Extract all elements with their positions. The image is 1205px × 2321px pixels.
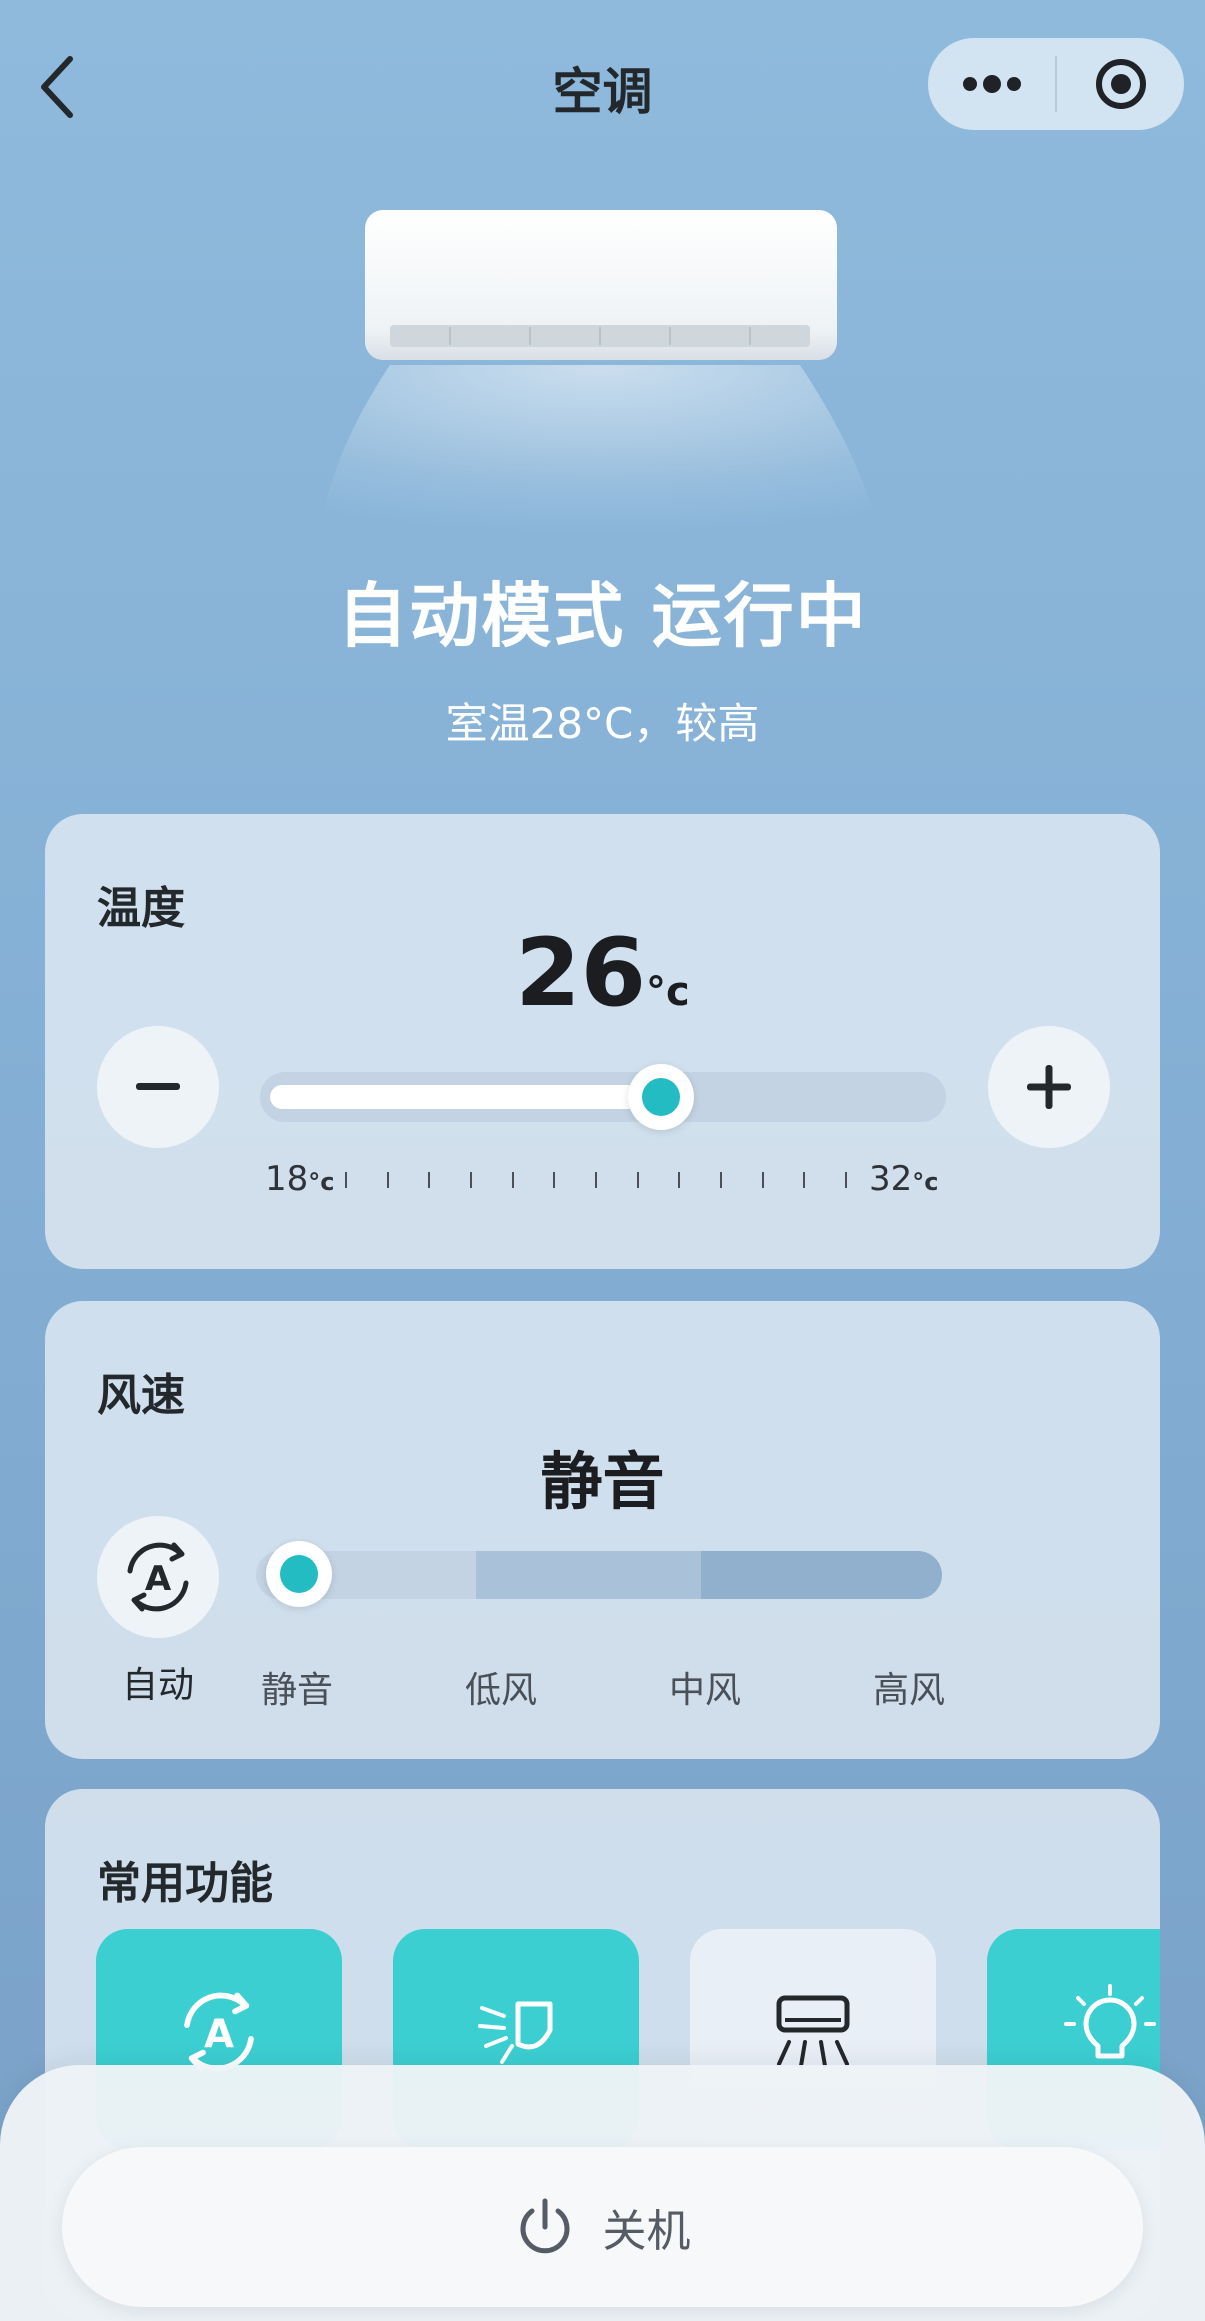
fan-level-label[interactable]: 中风 [625,1661,785,1713]
air-conditioner-illustration [300,195,900,575]
more-dots-icon [962,75,1021,93]
mode-status: 自动模式 运行中 [337,575,868,657]
scale-tick [636,1172,639,1188]
scale-tick [386,1172,389,1188]
auto-mode-icon: A [127,1542,189,1612]
fan-speed-slider[interactable] [256,1551,942,1599]
svg-text:A: A [204,2012,234,2057]
increase-temperature-button[interactable] [988,1026,1110,1148]
close-miniprogram-button[interactable] [1057,38,1184,130]
temperature-number: 26 [515,919,647,1028]
temperature-slider[interactable] [260,1064,946,1130]
common-functions-title: 常用功能 [97,1858,273,1909]
auto-fan-button[interactable]: A [97,1516,219,1638]
room-temperature: 室温28°C，较高 [445,699,760,748]
scale-tick [470,1172,472,1188]
fan-segment-low [476,1551,701,1599]
fan-speed-title: 风速 [97,1370,185,1421]
fan-level-label[interactable]: 低风 [421,1661,581,1713]
scale-tick [720,1172,722,1188]
temperature-slider-handle[interactable] [627,1064,694,1130]
temperature-max-label: 32°c [869,1159,939,1199]
scale-tick [803,1172,806,1188]
svg-text:A: A [145,1559,172,1599]
scale-tick [511,1172,514,1188]
scale-tick [678,1172,681,1188]
minus-icon [136,1083,180,1090]
plus-icon [1027,1065,1071,1109]
scale-tick [428,1172,431,1188]
power-off-button[interactable]: 关机 [62,2147,1143,2307]
target-circle-icon [1095,59,1146,109]
temperature-card: 温度 26°c 18°c 32°c [45,814,1160,1269]
bottom-sheet: 关机 [0,2065,1205,2321]
temperature-value: 26°c [45,919,1160,1028]
more-button[interactable] [928,38,1055,130]
fan-speed-value: 静音 [540,1445,665,1518]
decrease-temperature-button[interactable] [97,1026,219,1148]
fan-level-label[interactable]: 静音 [217,1661,377,1713]
miniprogram-capsule [928,38,1184,130]
power-off-label: 关机 [602,2206,691,2257]
scale-tick [845,1172,847,1188]
fan-speed-card: 风速 静音 A 自动 静音 低风 中风 高风 [45,1301,1160,1759]
scale-tick [595,1172,597,1188]
scale-tick [553,1172,556,1188]
power-icon [520,2198,569,2254]
scale-tick [761,1172,764,1188]
temperature-min-label: 18°c [265,1159,335,1199]
fan-level-label[interactable]: 高风 [829,1661,989,1713]
temperature-slider-fill [270,1085,661,1109]
fan-speed-slider-handle[interactable] [266,1541,332,1607]
auto-fan-label: 自动 [121,1665,194,1706]
fan-segment-mid [701,1551,942,1599]
scale-tick [345,1172,347,1188]
temperature-unit: °c [646,969,690,1015]
